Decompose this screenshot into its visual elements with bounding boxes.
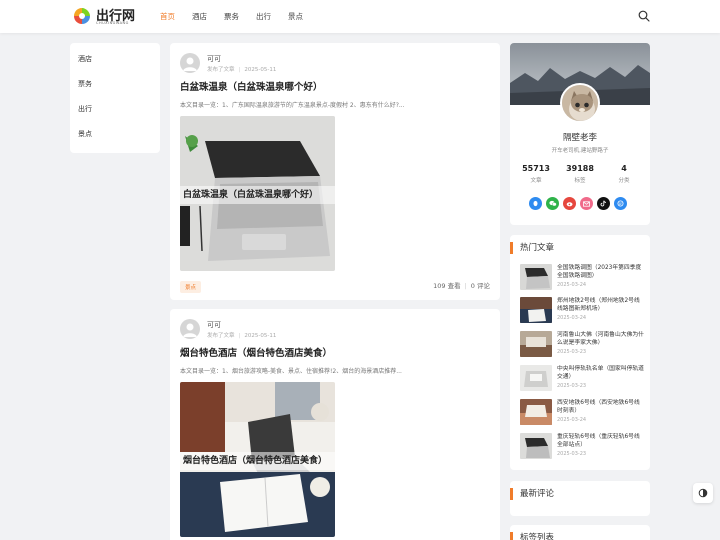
- post-meta: 发布了文章 | 2025-05-11: [207, 67, 277, 73]
- qq-icon[interactable]: [529, 197, 542, 210]
- comment-count[interactable]: 0 评论: [471, 282, 490, 290]
- post-date: 2025-05-11: [244, 67, 277, 73]
- hot-article-date: 2025-03-24: [557, 282, 587, 288]
- sidebar-item-hotel[interactable]: 酒店: [70, 53, 160, 78]
- search-icon[interactable]: [638, 10, 650, 22]
- post-tag[interactable]: 景点: [180, 281, 202, 293]
- stat-articles: 55713 文章: [513, 164, 559, 184]
- logo-subtext: CHUXINGWANG: [96, 21, 129, 25]
- hot-articles-widget: 热门文章 全国铁路调图（2023年第四季度全国铁路调图） 2025-03-24 …: [510, 235, 650, 470]
- view-count: 109 查看: [433, 282, 461, 290]
- widget-title: 标签列表: [510, 532, 554, 540]
- stat-tags: 39188 标签: [557, 164, 603, 184]
- hot-article-item[interactable]: 郑州地铁2号线（郑州地铁2号线线路图新郑机场） 2025-03-24: [520, 297, 645, 324]
- hot-article-thumb: [520, 365, 552, 391]
- hot-article-item[interactable]: 中央叫停轨轨名单（国家叫停轨道交通） 2025-03-23: [520, 365, 645, 392]
- author-profile-card: 隔壁老李 开车老司机,建站野路子 55713 文章 39188 标签 4 分类: [510, 43, 650, 225]
- stat-number: 4: [621, 164, 627, 173]
- profile-bio: 开车老司机,建站野路子: [551, 148, 609, 154]
- social-links: [529, 197, 627, 210]
- hot-article-thumb: [520, 331, 552, 357]
- tag-list-widget: 标签列表: [510, 525, 650, 540]
- author-avatar[interactable]: [180, 53, 200, 73]
- stat-number: 55713: [522, 164, 550, 173]
- stat-categories: 4 分类: [601, 164, 647, 184]
- hot-article-title[interactable]: 重庆轻轨6号线（重庆轻轨6号线全部站点）: [557, 433, 645, 449]
- widget-title: 最新评论: [510, 488, 554, 500]
- nav-hotel[interactable]: 酒店: [192, 11, 207, 22]
- post-card: 可可 发布了文章 | 2025-05-11 白盆珠温泉（白盆珠温泉哪个好） 本文目录…: [170, 43, 500, 300]
- post-meta: 发布了文章 | 2025-05-11: [207, 333, 277, 339]
- chat-icon[interactable]: [614, 197, 627, 210]
- post-card: 可可 发布了文章 | 2025-05-11 烟台特色酒店（烟台特色酒店美食） 本文目…: [170, 309, 500, 540]
- sidebar-item-attractions[interactable]: 景点: [70, 128, 160, 153]
- hot-article-thumb: [520, 399, 552, 425]
- half-moon-icon: [698, 488, 708, 498]
- hot-article-title[interactable]: 西安地铁6号线（西安地铁6号线时刻表）: [557, 399, 645, 415]
- tiktok-icon[interactable]: [597, 197, 610, 210]
- hot-article-date: 2025-03-23: [557, 349, 587, 355]
- hot-article-title[interactable]: 郑州地铁2号线（郑州地铁2号线线路图新郑机场）: [557, 297, 645, 313]
- category-sidebar: 酒店 票务 出行 景点: [70, 43, 160, 153]
- stat-number: 39188: [566, 164, 594, 173]
- hot-article-title[interactable]: 中央叫停轨轨名单（国家叫停轨道交通）: [557, 365, 645, 381]
- widget-title: 热门文章: [510, 242, 554, 254]
- hot-article-title[interactable]: 全国铁路调图（2023年第四季度全国铁路调图）: [557, 264, 645, 280]
- hot-article-thumb: [520, 433, 552, 459]
- hot-article-item[interactable]: 西安地铁6号线（西安地铁6号线时刻表） 2025-03-24: [520, 399, 645, 426]
- post-thumbnail[interactable]: 烟台特色酒店（烟台特色酒店美食）: [180, 382, 335, 537]
- user-icon: [183, 323, 197, 337]
- author-name[interactable]: 可可: [207, 320, 221, 330]
- profile-avatar[interactable]: [560, 83, 600, 123]
- hot-article-date: 2025-03-24: [557, 315, 587, 321]
- thumbnail-caption: 白盆珠温泉（白盆珠温泉哪个好）: [180, 186, 335, 204]
- sidebar-item-travel[interactable]: 出行: [70, 103, 160, 128]
- post-stats: 109 查看 | 0 评论: [433, 282, 490, 290]
- author-avatar[interactable]: [180, 319, 200, 339]
- hot-article-item[interactable]: 河南鲁山大佛（河南鲁山大佛为什么说是李家大佛） 2025-03-23: [520, 331, 645, 358]
- hot-article-thumb: [520, 297, 552, 323]
- post-action: 发布了文章: [207, 67, 235, 73]
- main-nav: 首页 酒店 票务 出行 景点: [160, 11, 320, 22]
- site-logo[interactable]: 出行网 CHUXINGWANG: [71, 5, 141, 29]
- post-action: 发布了文章: [207, 333, 235, 339]
- post-excerpt: 本文目录一览：1、广东国际温泉旅游节的广东温泉景点-度假村 2、惠东有什么好?.…: [180, 102, 405, 109]
- hot-article-thumb: [520, 264, 552, 290]
- stat-label: 分类: [618, 178, 630, 184]
- hot-article-date: 2025-03-23: [557, 383, 587, 389]
- nav-home[interactable]: 首页: [160, 11, 175, 22]
- nav-attractions[interactable]: 景点: [288, 11, 303, 22]
- post-date: 2025-05-11: [244, 333, 277, 339]
- cat-avatar: [562, 85, 598, 121]
- author-name[interactable]: 可可: [207, 54, 221, 64]
- top-header: 出行网 CHUXINGWANG 首页 酒店 票务 出行 景点: [0, 0, 720, 33]
- weibo-icon[interactable]: [563, 197, 576, 210]
- post-thumbnail[interactable]: 白盆珠温泉（白盆珠温泉哪个好）: [180, 116, 335, 271]
- hot-article-date: 2025-03-23: [557, 451, 587, 457]
- hot-article-date: 2025-03-24: [557, 417, 587, 423]
- profile-name[interactable]: 隔壁老李: [510, 131, 650, 143]
- mail-icon[interactable]: [580, 197, 593, 210]
- sidebar-item-tickets[interactable]: 票务: [70, 78, 160, 103]
- nav-tickets[interactable]: 票务: [224, 11, 239, 22]
- theme-toggle-button[interactable]: [693, 483, 713, 503]
- nav-travel[interactable]: 出行: [256, 11, 271, 22]
- stat-label: 文章: [530, 178, 542, 184]
- thumbnail-caption: 烟台特色酒店（烟台特色酒店美食）: [180, 452, 335, 470]
- logo-mark-icon: [74, 8, 90, 24]
- user-icon: [183, 57, 197, 71]
- post-excerpt: 本文目录一览：1、烟台旅游攻略-美食、景点、住宿推荐!2、烟台的海景酒店推荐..…: [180, 368, 402, 375]
- latest-comments-widget: 最新评论: [510, 481, 650, 516]
- post-title[interactable]: 烟台特色酒店（烟台特色酒店美食）: [180, 345, 332, 359]
- hot-article-item[interactable]: 重庆轻轨6号线（重庆轻轨6号线全部站点） 2025-03-23: [520, 433, 645, 460]
- hot-article-item[interactable]: 全国铁路调图（2023年第四季度全国铁路调图） 2025-03-24: [520, 264, 645, 291]
- stat-label: 标签: [574, 178, 586, 184]
- wechat-icon[interactable]: [546, 197, 559, 210]
- hot-article-title[interactable]: 河南鲁山大佛（河南鲁山大佛为什么说是李家大佛）: [557, 331, 645, 347]
- post-title[interactable]: 白盆珠温泉（白盆珠温泉哪个好）: [180, 79, 323, 93]
